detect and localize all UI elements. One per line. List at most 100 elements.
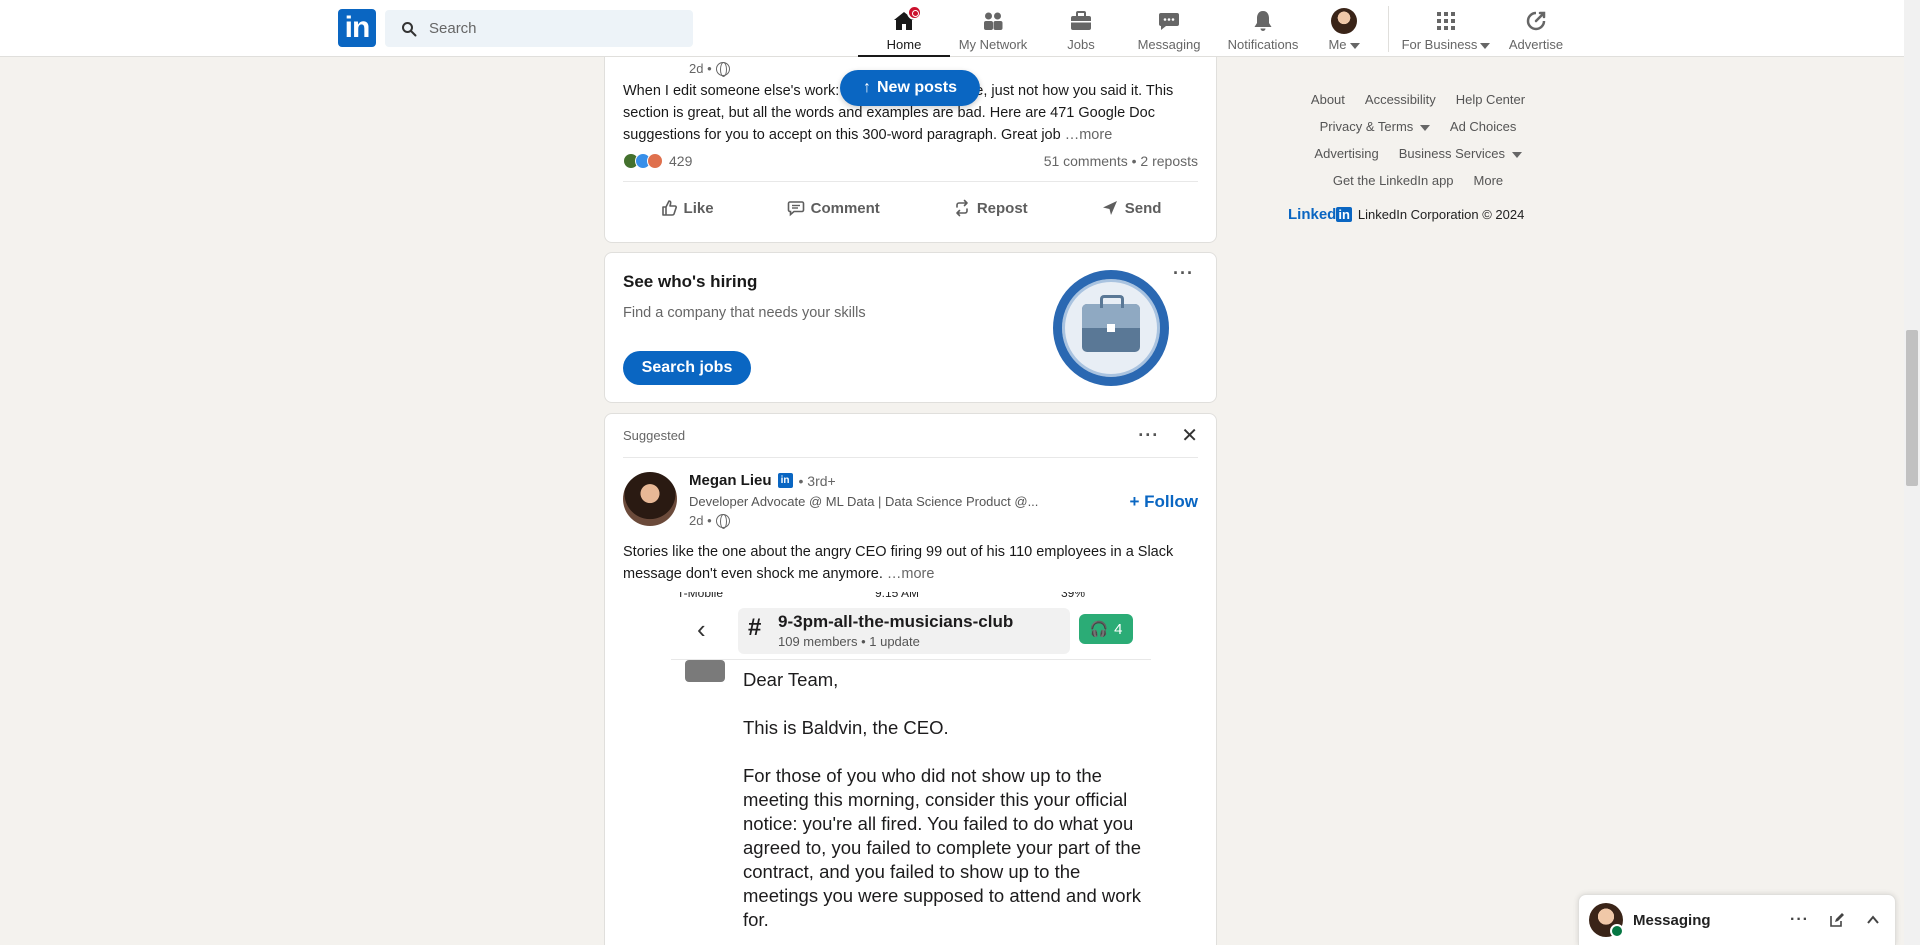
copyright-text: LinkedIn Corporation © 2024 [1357, 207, 1525, 222]
global-nav: in Home My Network Jobs Messaging Notifi [0, 0, 1904, 57]
link-label: Privacy & Terms [1319, 119, 1414, 134]
nav-my-network[interactable]: My Network [952, 0, 1034, 57]
nav-messaging[interactable]: Messaging [1128, 0, 1210, 57]
linkedin-logo-icon[interactable]: in [338, 9, 376, 47]
repost-button[interactable]: Repost [941, 182, 1040, 234]
advertise-icon [1526, 11, 1546, 31]
battery-level: 39% [1061, 592, 1086, 600]
author-line: Megan Lieu in • 3rd+ [689, 472, 836, 489]
slack-message: Dear Team, This is Baldvin, the CEO. For… [743, 668, 1143, 945]
channel-name: 9-3pm-all-the-musicians-club [778, 612, 1014, 631]
post-image[interactable]: T-Mobile 9:15 AM 39% ‹ # 9-3pm-all-the-m… [671, 592, 1151, 945]
more-options-icon[interactable]: ··· [1138, 425, 1159, 446]
comment-button[interactable]: Comment [775, 182, 892, 234]
footer-link-business-services[interactable]: Business Services [1399, 146, 1522, 161]
see-more-link[interactable]: …more [887, 566, 935, 582]
nav-me[interactable]: Me [1316, 0, 1372, 57]
caret-down-icon [1349, 42, 1360, 49]
notification-badge [907, 5, 922, 20]
messaging-dock[interactable]: Messaging ··· [1578, 894, 1896, 945]
search-input[interactable] [429, 20, 669, 37]
footer-link-accessibility[interactable]: Accessibility [1365, 92, 1436, 107]
like-button[interactable]: Like [648, 182, 726, 234]
footer-link-advertising[interactable]: Advertising [1314, 146, 1378, 161]
search-icon [402, 21, 417, 36]
globe-icon [715, 61, 730, 77]
suggested-header: Suggested ··· ✕ [623, 414, 1198, 458]
author-headline: Developer Advocate @ ML Data | Data Scie… [689, 494, 1039, 509]
send-button[interactable]: Send [1089, 182, 1174, 234]
hash-icon: # [748, 614, 762, 641]
follow-button[interactable]: + Follow [1130, 492, 1198, 512]
post-time: 2d • [689, 513, 712, 528]
scrollbar-thumb[interactable] [1906, 330, 1918, 486]
author-avatar[interactable] [623, 472, 677, 526]
huddle-count: 4 [1114, 620, 1123, 638]
chat-bubble-icon [1159, 13, 1179, 30]
footer-link-about[interactable]: About [1311, 92, 1345, 107]
connection-degree: • 3rd+ [798, 472, 836, 489]
suggested-label: Suggested [623, 428, 686, 443]
briefcase-illustration [1053, 270, 1169, 386]
bell-icon [1254, 11, 1272, 31]
action-label: Repost [976, 199, 1028, 217]
arrow-up-icon: ↑ [862, 79, 871, 96]
post-actions: Like Comment Repost Send [623, 181, 1198, 234]
footer-brand: Linked in LinkedIn Corporation © 2024 [1288, 206, 1524, 223]
caret-down-icon [1480, 42, 1491, 49]
reactions-summary[interactable]: 429 [623, 153, 692, 169]
footer-link-get-app[interactable]: Get the LinkedIn app [1333, 173, 1454, 188]
footer-link-more[interactable]: More [1474, 173, 1504, 188]
new-posts-label: New posts [876, 79, 957, 96]
footer-link-help-center[interactable]: Help Center [1456, 92, 1525, 107]
back-arrow-icon: ‹ [697, 614, 706, 644]
nav-advertise[interactable]: Advertise [1500, 0, 1572, 57]
promo-title: See who's hiring [623, 272, 758, 291]
globe-icon [715, 513, 730, 529]
action-label: Comment [810, 199, 880, 217]
grid-apps-icon [1437, 12, 1455, 30]
message-line: Dear Team, [743, 669, 839, 690]
nav-label: For Business [1401, 37, 1478, 52]
footer-link-privacy-terms[interactable]: Privacy & Terms [1320, 119, 1430, 134]
nav-for-business[interactable]: For Business [1398, 0, 1494, 57]
chevron-up-icon[interactable] [1865, 912, 1881, 928]
see-more-link[interactable]: …more [1065, 127, 1113, 143]
nav-notifications[interactable]: Notifications [1216, 0, 1310, 57]
linkedin-wordmark-icon: Linked in [1288, 206, 1352, 223]
linkedin-premium-icon: in [777, 473, 793, 488]
carrier-label: T-Mobile [677, 592, 724, 600]
avatar [1331, 8, 1357, 34]
author-name[interactable]: Megan Lieu [689, 472, 772, 489]
close-icon[interactable]: ✕ [1181, 423, 1198, 448]
status-time: 9:15 AM [875, 592, 920, 600]
huddle-badge: 🎧 4 [1079, 614, 1133, 644]
new-posts-button[interactable]: ↑ New posts [840, 70, 980, 106]
post-meta: 2d • [689, 513, 730, 529]
hiring-promo-card: See who's hiring Find a company that nee… [604, 252, 1217, 403]
caret-down-icon [1419, 124, 1430, 131]
search-jobs-button[interactable]: Search jobs [623, 351, 751, 385]
slack-channel-header: ‹ # 9-3pm-all-the-musicians-club 109 mem… [671, 602, 1151, 660]
nav-home[interactable]: Home [858, 0, 950, 57]
search-bar[interactable] [385, 10, 693, 47]
post-meta: 2d • [689, 61, 730, 77]
more-options-icon[interactable]: ··· [1173, 263, 1194, 284]
people-icon [984, 12, 1003, 30]
reaction-count: 429 [669, 153, 693, 169]
nav-jobs[interactable]: Jobs [1046, 0, 1116, 57]
nav-label: Home [886, 37, 922, 52]
compose-icon[interactable] [1829, 912, 1845, 928]
more-options-icon[interactable]: ··· [1790, 911, 1809, 929]
post-time: 2d • [689, 61, 712, 76]
nav-label: Advertise [1508, 37, 1564, 52]
sender-avatar [685, 660, 725, 682]
action-label: Like [683, 199, 714, 217]
comments-reposts-count[interactable]: 51 comments • 2 reposts [1044, 153, 1198, 169]
social-counts: 429 51 comments • 2 reposts [623, 153, 1198, 169]
message-line: For those of you who did not show up to … [743, 765, 1141, 930]
channel-meta: 109 members • 1 update [778, 634, 920, 649]
message-line: This is Baldvin, the CEO. [743, 717, 949, 738]
footer-link-ad-choices[interactable]: Ad Choices [1450, 119, 1516, 134]
avatar [1589, 903, 1624, 938]
